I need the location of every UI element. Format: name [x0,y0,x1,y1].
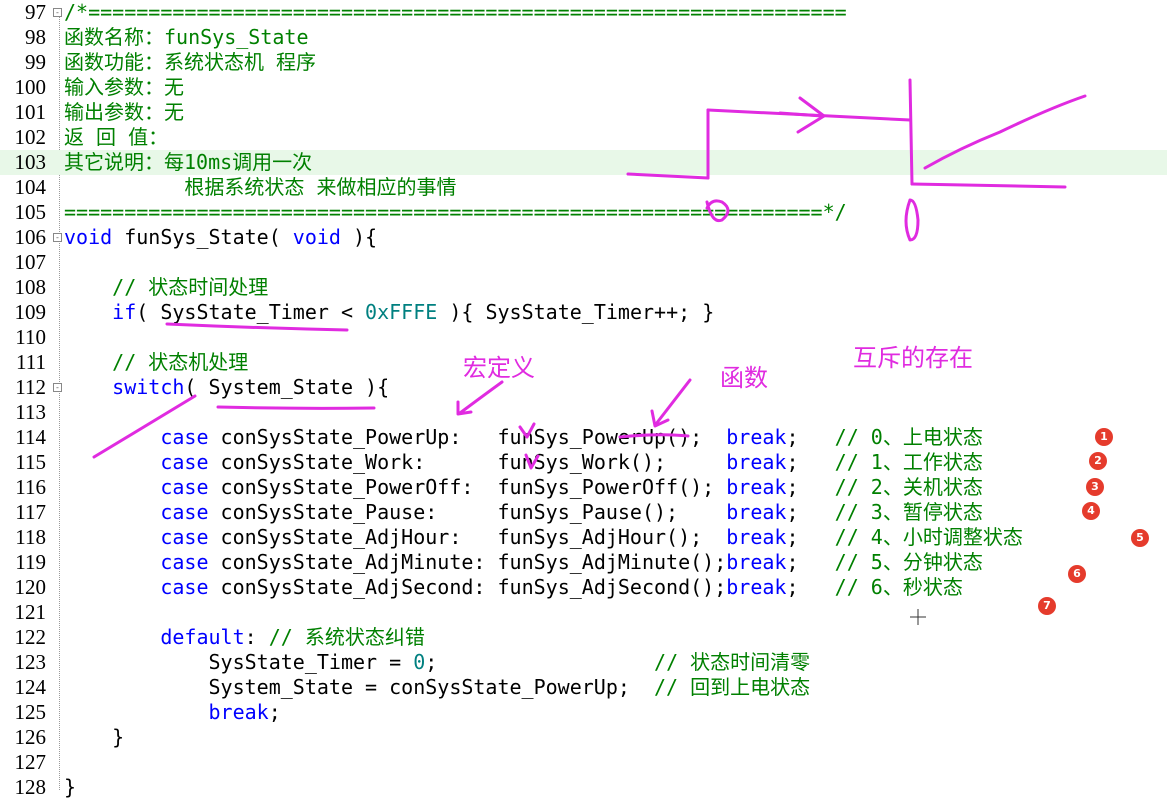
arrow-switch [92,394,197,459]
pen-annotations [92,78,1087,625]
label-zero [705,199,730,223]
label-one [904,198,920,242]
waveform-ramp [923,94,1087,170]
waveform-arrow-shaft [778,111,824,118]
arrow-macro [458,380,504,415]
waveform-fall [908,78,914,186]
underline-powerup [618,433,690,439]
check-mark-2 [524,453,540,470]
check-mark-1 [518,422,536,439]
waveform-low-right [910,182,1067,189]
arrow-function [654,378,692,426]
underline-sysstate-timer [165,322,349,332]
waveform-low-left [626,172,710,180]
cursor-crosshair [910,609,926,625]
underline-system-state [216,405,376,410]
